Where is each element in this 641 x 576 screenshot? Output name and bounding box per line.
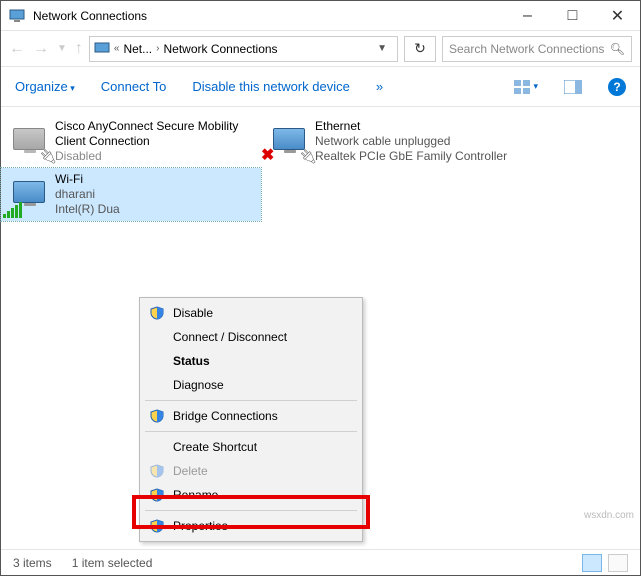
forward-button[interactable]: → xyxy=(33,40,49,58)
close-button[interactable]: ✕ xyxy=(595,1,640,30)
maximize-button[interactable]: □ xyxy=(550,1,595,30)
up-button[interactable]: ↑ xyxy=(75,40,83,58)
title-bar: Network Connections – □ ✕ xyxy=(1,1,640,31)
shield-icon xyxy=(149,305,165,321)
ctx-separator-2 xyxy=(145,431,357,432)
status-selected: 1 item selected xyxy=(72,556,153,570)
location-icon xyxy=(94,41,110,57)
toolbar-more[interactable]: » xyxy=(376,79,383,94)
breadcrumb-dropdown[interactable]: ▼ xyxy=(371,43,393,54)
back-button[interactable]: ← xyxy=(9,40,25,58)
window-title: Network Connections xyxy=(33,9,505,23)
connection-cisco[interactable]: 🔌︎ Cisco AnyConnect Secure Mobility Clie… xyxy=(1,115,261,168)
ctx-shortcut[interactable]: Create Shortcut xyxy=(143,435,359,459)
wifi-adapter: Intel(R) Dua xyxy=(55,202,120,217)
search-input[interactable]: Search Network Connections 🔍︎ xyxy=(442,36,632,62)
ctx-separator-1 xyxy=(145,400,357,401)
ctx-bridge-label: Bridge Connections xyxy=(173,409,278,423)
minimize-button[interactable]: – xyxy=(505,1,550,30)
connection-ethernet[interactable]: ✖ 🔌︎ Ethernet Network cable unplugged Re… xyxy=(261,115,561,168)
nav-arrows: ← → ▼ ↑ xyxy=(9,40,83,58)
ctx-delete-label: Delete xyxy=(173,464,208,478)
cisco-icon: 🔌︎ xyxy=(9,119,49,159)
help-button[interactable]: ? xyxy=(608,78,626,96)
ethernet-icon: ✖ 🔌︎ xyxy=(269,119,309,159)
shield-icon xyxy=(149,487,165,503)
ctx-bridge[interactable]: Bridge Connections xyxy=(143,404,359,428)
disable-device-button[interactable]: Disable this network device xyxy=(192,79,350,94)
address-bar: ← → ▼ ↑ « Net... › Network Connections ▼… xyxy=(1,31,640,67)
ctx-diagnose-label: Diagnose xyxy=(173,378,224,392)
ethernet-name: Ethernet xyxy=(315,119,507,134)
ctx-status-label: Status xyxy=(173,354,210,368)
status-item-count: 3 items xyxy=(13,556,52,570)
breadcrumb-level2[interactable]: Network Connections xyxy=(164,42,278,56)
shield-icon xyxy=(149,518,165,534)
connect-to-button[interactable]: Connect To xyxy=(101,79,167,94)
ctx-diagnose[interactable]: Diagnose xyxy=(143,373,359,397)
preview-pane-button[interactable] xyxy=(564,80,582,94)
app-icon xyxy=(9,8,25,24)
search-icon: 🔍︎ xyxy=(610,42,625,56)
wifi-status: dharani xyxy=(55,187,120,202)
recent-dropdown[interactable]: ▼ xyxy=(57,43,67,54)
ctx-status[interactable]: Status xyxy=(143,349,359,373)
breadcrumb-sep: « xyxy=(110,43,124,54)
watermark: wsxdn.com xyxy=(584,510,634,521)
cisco-name: Cisco AnyConnect Secure Mobility Client … xyxy=(55,119,253,149)
breadcrumb-level1[interactable]: Net... xyxy=(123,42,152,56)
ethernet-status: Network cable unplugged xyxy=(315,134,507,149)
connection-wifi[interactable]: Wi-Fi dharani Intel(R) Dua xyxy=(1,168,261,221)
shield-icon xyxy=(149,408,165,424)
ctx-separator-3 xyxy=(145,510,357,511)
content-area: 🔌︎ Cisco AnyConnect Secure Mobility Clie… xyxy=(1,107,640,549)
organize-menu[interactable]: Organize xyxy=(15,79,75,94)
ctx-rename-label: Rename xyxy=(173,488,218,502)
ctx-delete: Delete xyxy=(143,459,359,483)
search-placeholder: Search Network Connections xyxy=(449,42,604,56)
window-controls: – □ ✕ xyxy=(505,1,640,30)
ctx-disable[interactable]: Disable xyxy=(143,301,359,325)
ctx-connect[interactable]: Connect / Disconnect xyxy=(143,325,359,349)
ctx-rename[interactable]: Rename xyxy=(143,483,359,507)
view-large-icons-button[interactable] xyxy=(582,554,602,572)
shield-icon xyxy=(149,463,165,479)
ctx-disable-label: Disable xyxy=(173,306,213,320)
ctx-shortcut-label: Create Shortcut xyxy=(173,440,257,454)
view-options-button[interactable]: ▾ xyxy=(514,80,538,94)
cisco-status: Disabled xyxy=(55,149,253,164)
ethernet-adapter: Realtek PCIe GbE Family Controller xyxy=(315,149,507,164)
breadcrumb[interactable]: « Net... › Network Connections ▼ xyxy=(89,36,398,62)
refresh-button[interactable]: ↻ xyxy=(404,36,436,62)
ctx-connect-label: Connect / Disconnect xyxy=(173,330,287,344)
context-menu: Disable Connect / Disconnect Status Diag… xyxy=(139,297,363,542)
toolbar: Organize Connect To Disable this network… xyxy=(1,67,640,107)
view-details-button[interactable] xyxy=(608,554,628,572)
breadcrumb-chevron[interactable]: › xyxy=(152,43,163,54)
ctx-properties-label: Properties xyxy=(173,519,228,533)
wifi-name: Wi-Fi xyxy=(55,172,120,187)
status-bar: 3 items 1 item selected xyxy=(1,549,640,575)
wifi-icon xyxy=(9,172,49,212)
ctx-properties[interactable]: Properties xyxy=(143,514,359,538)
